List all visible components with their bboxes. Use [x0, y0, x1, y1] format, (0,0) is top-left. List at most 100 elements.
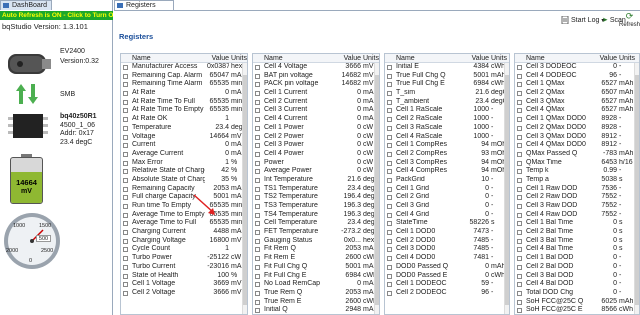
row-checkbox[interactable] [123, 238, 128, 244]
table-row[interactable]: Cell 4 QMax DOD0 8912- [515, 141, 639, 150]
table-row[interactable]: Cell 1 Power 0 cW [253, 124, 379, 133]
row-checkbox[interactable] [255, 65, 260, 70]
row-checkbox[interactable] [387, 212, 392, 218]
row-checkbox[interactable] [387, 99, 392, 105]
table-row[interactable]: Cell 3 DOD0 7485- [385, 245, 509, 254]
row-checkbox[interactable] [123, 108, 128, 114]
table-row[interactable]: BAT pin voltage 14682 mV [253, 72, 379, 81]
table-row[interactable]: Cell 2 CompRes 93 mOhm [385, 150, 509, 159]
table-row[interactable]: Full charge Capacity 5001 mAh [121, 193, 247, 202]
table-row[interactable]: SoH FCC@25C E 8566 cWh [515, 306, 639, 314]
row-checkbox[interactable] [387, 125, 392, 131]
table-row[interactable]: Average Time to Full 65535 min [121, 219, 247, 228]
row-checkbox[interactable] [517, 212, 522, 218]
table-row[interactable]: Cell 1 QMax 6527 mAh [515, 80, 639, 89]
row-checkbox[interactable] [387, 143, 392, 149]
column-header-name[interactable]: Name [526, 54, 586, 63]
row-checkbox[interactable] [387, 151, 392, 157]
table-row[interactable]: Average Current 0 mA [121, 150, 247, 159]
row-checkbox[interactable] [255, 143, 260, 149]
table-row[interactable]: Cell 4 Grid 0- [385, 211, 509, 220]
table-row[interactable]: DOD0 Passed E 0 cWh [385, 272, 509, 281]
row-checkbox[interactable] [517, 238, 522, 244]
table-row[interactable]: Average Power 0 cW [253, 167, 379, 176]
row-checkbox[interactable] [123, 134, 128, 140]
table-row[interactable]: Cell 1 DODEOC 59- [385, 280, 509, 289]
table-row[interactable]: Cell 1 Grid 0- [385, 185, 509, 194]
table-row[interactable]: Cell 4 RaScale 1000- [385, 133, 509, 142]
row-checkbox[interactable] [387, 282, 392, 288]
row-checkbox[interactable] [255, 82, 260, 88]
table-row[interactable]: Cell 3 QMax 6527 mAh [515, 98, 639, 107]
table-row[interactable]: TS2 Temperature 196.4 degC [253, 193, 379, 202]
row-checkbox[interactable] [387, 221, 392, 227]
row-checkbox[interactable] [123, 264, 128, 270]
table-row[interactable]: Cell 2 Bal Time 0 s [515, 228, 639, 237]
row-checkbox[interactable] [387, 204, 392, 209]
row-checkbox[interactable] [123, 230, 128, 236]
row-checkbox[interactable] [255, 221, 260, 227]
row-checkbox[interactable] [123, 82, 128, 88]
row-checkbox[interactable] [387, 186, 392, 192]
auto-refresh-toggle[interactable]: Auto Refresh is ON - Click to Turn OFF [0, 11, 113, 20]
table-row[interactable]: Average Time to Empty 65535 min [121, 211, 247, 220]
table-row[interactable]: Cell 2 RaScale 1000- [385, 115, 509, 124]
row-checkbox[interactable] [123, 73, 128, 79]
table-row[interactable]: Cell 2 DODEOC 96- [385, 289, 509, 298]
table-row[interactable]: Temp a 5038 s [515, 176, 639, 185]
table-row[interactable]: Cell 1 QMax DOD0 8928- [515, 115, 639, 124]
row-checkbox[interactable] [255, 73, 260, 79]
row-checkbox[interactable] [255, 273, 260, 279]
table-row[interactable]: Cell 1 Bal Time 0 s [515, 219, 639, 228]
row-checkbox[interactable] [387, 160, 392, 166]
table-row[interactable]: Temperature 23.4 degC [121, 124, 247, 133]
table-row[interactable]: SoH FCC@25C Q 6025 mAh [515, 298, 639, 307]
row-checkbox[interactable] [387, 290, 392, 296]
table-row[interactable]: DOD0 Passed Q 0 mAh [385, 263, 509, 272]
table-row[interactable]: Cell 4 Voltage 3666 mV [253, 63, 379, 72]
row-checkbox[interactable] [517, 169, 522, 175]
column-header-units[interactable]: Units [619, 54, 639, 63]
row-checkbox[interactable] [255, 195, 260, 201]
column-header-value[interactable]: Value [595, 54, 617, 63]
row-checkbox[interactable] [255, 290, 260, 296]
row-checkbox[interactable] [517, 143, 522, 149]
row-checkbox[interactable] [517, 256, 522, 262]
table-row[interactable]: Initial E 4384 cWh [385, 63, 509, 72]
row-checkbox[interactable] [123, 247, 128, 253]
row-checkbox[interactable] [517, 186, 522, 192]
row-checkbox[interactable] [123, 143, 128, 149]
row-checkbox[interactable] [123, 282, 128, 288]
column-header-value[interactable]: Value [467, 54, 489, 63]
table-row[interactable]: FET Temperature -273.2 degC [253, 228, 379, 237]
table-row[interactable]: T_sim 21.6 degC [385, 89, 509, 98]
table-row[interactable]: TS4 Temperature 196.3 degC [253, 211, 379, 220]
row-checkbox[interactable] [255, 212, 260, 218]
table-row[interactable]: Fit Full Chg Q 5001 mAh [253, 263, 379, 272]
column-header-name[interactable]: Name [396, 54, 456, 63]
row-checkbox[interactable] [517, 273, 522, 279]
row-checkbox[interactable] [517, 299, 522, 305]
table-row[interactable]: PACK pin voltage 14682 mV [253, 80, 379, 89]
row-checkbox[interactable] [387, 169, 392, 175]
row-checkbox[interactable] [123, 273, 128, 279]
table-row[interactable]: StateTime 58226 s [385, 219, 509, 228]
table-row[interactable]: Charging Current 4488 mA [121, 228, 247, 237]
table-row[interactable]: Cell 2 QMax DOD0 8928- [515, 124, 639, 133]
table-row[interactable]: Cell 2 Bal DOD 0- [515, 263, 639, 272]
table-row[interactable]: Run time To Empty 65535 min [121, 202, 247, 211]
table-row[interactable]: Remaining Capacity 2053 mAh [121, 185, 247, 194]
scrollbar[interactable] [374, 63, 379, 314]
row-checkbox[interactable] [517, 108, 522, 114]
row-checkbox[interactable] [255, 247, 260, 253]
table-row[interactable]: At Rate 0 mA [121, 89, 247, 98]
row-checkbox[interactable] [255, 125, 260, 131]
row-checkbox[interactable] [517, 230, 522, 236]
table-row[interactable]: Cell 2 Raw DOD 7552- [515, 193, 639, 202]
table-row[interactable]: Cell 1 Current 0 mA [253, 89, 379, 98]
table-row[interactable]: Cell 1 Bal DOD 0- [515, 254, 639, 263]
column-header-name[interactable]: Name [264, 54, 324, 63]
column-header-value[interactable]: Value [207, 54, 229, 63]
table-row[interactable]: Total DOD Chg 0- [515, 289, 639, 298]
table-row[interactable]: At Rate Time To Empty 65535 min [121, 106, 247, 115]
